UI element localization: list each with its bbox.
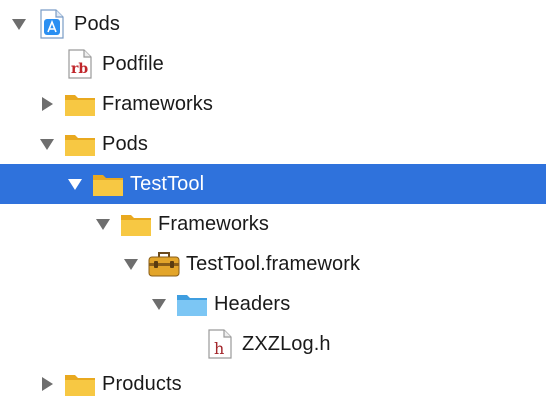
disclosure-collapsed-icon[interactable]	[40, 377, 54, 391]
tree-row-podfile[interactable]: rb Podfile	[0, 44, 546, 84]
folder-icon	[92, 170, 124, 198]
disclosure-expanded-icon[interactable]	[124, 257, 138, 271]
tree-row-pods-project[interactable]: Pods	[0, 4, 546, 44]
tree-row-products[interactable]: Products	[0, 364, 546, 402]
folder-icon	[64, 90, 96, 118]
folder-icon	[120, 210, 152, 238]
folder-icon	[64, 370, 96, 398]
tree-item-label: Frameworks	[158, 212, 270, 235]
tree-item-label: ZXZLog.h	[242, 332, 331, 355]
blue-folder-icon	[176, 290, 208, 318]
disclosure-expanded-icon[interactable]	[68, 177, 82, 191]
disclosure-expanded-icon[interactable]	[40, 137, 54, 151]
tree-item-label: Frameworks	[102, 92, 214, 115]
disclosure-expanded-icon[interactable]	[152, 297, 166, 311]
tree-row-pods-group[interactable]: Pods	[0, 124, 546, 164]
project-icon	[36, 9, 68, 39]
tree-item-label: Pods	[102, 132, 148, 155]
tree-item-label: Pods	[74, 12, 120, 35]
tree-item-label: Podfile	[102, 52, 164, 75]
tree-row-testtool-framework[interactable]: TestTool.framework	[0, 244, 546, 284]
header-badge-text: h	[214, 339, 224, 358]
disclosure-expanded-icon[interactable]	[96, 217, 110, 231]
ruby-file-icon: rb	[64, 49, 96, 79]
header-file-icon: h	[204, 329, 236, 359]
framework-toolbox-icon	[148, 250, 180, 278]
tree-row-headers[interactable]: Headers	[0, 284, 546, 324]
tree-row-frameworks-nested[interactable]: Frameworks	[0, 204, 546, 244]
tree-row-zxzlog-h[interactable]: h ZXZLog.h	[0, 324, 546, 364]
tree-item-label: Headers	[214, 292, 291, 315]
ruby-badge-text: rb	[71, 61, 88, 77]
tree-item-label: TestTool.framework	[186, 252, 361, 275]
tree-item-label: TestTool	[130, 172, 205, 195]
project-navigator: Pods rb Podfile Frameworks Pods TestTool…	[0, 0, 546, 402]
tree-item-label: Products	[102, 372, 182, 395]
folder-icon	[64, 130, 96, 158]
tree-row-frameworks[interactable]: Frameworks	[0, 84, 546, 124]
disclosure-collapsed-icon[interactable]	[40, 97, 54, 111]
tree-row-testtool-selected[interactable]: TestTool	[0, 164, 546, 204]
disclosure-expanded-icon[interactable]	[12, 17, 26, 31]
